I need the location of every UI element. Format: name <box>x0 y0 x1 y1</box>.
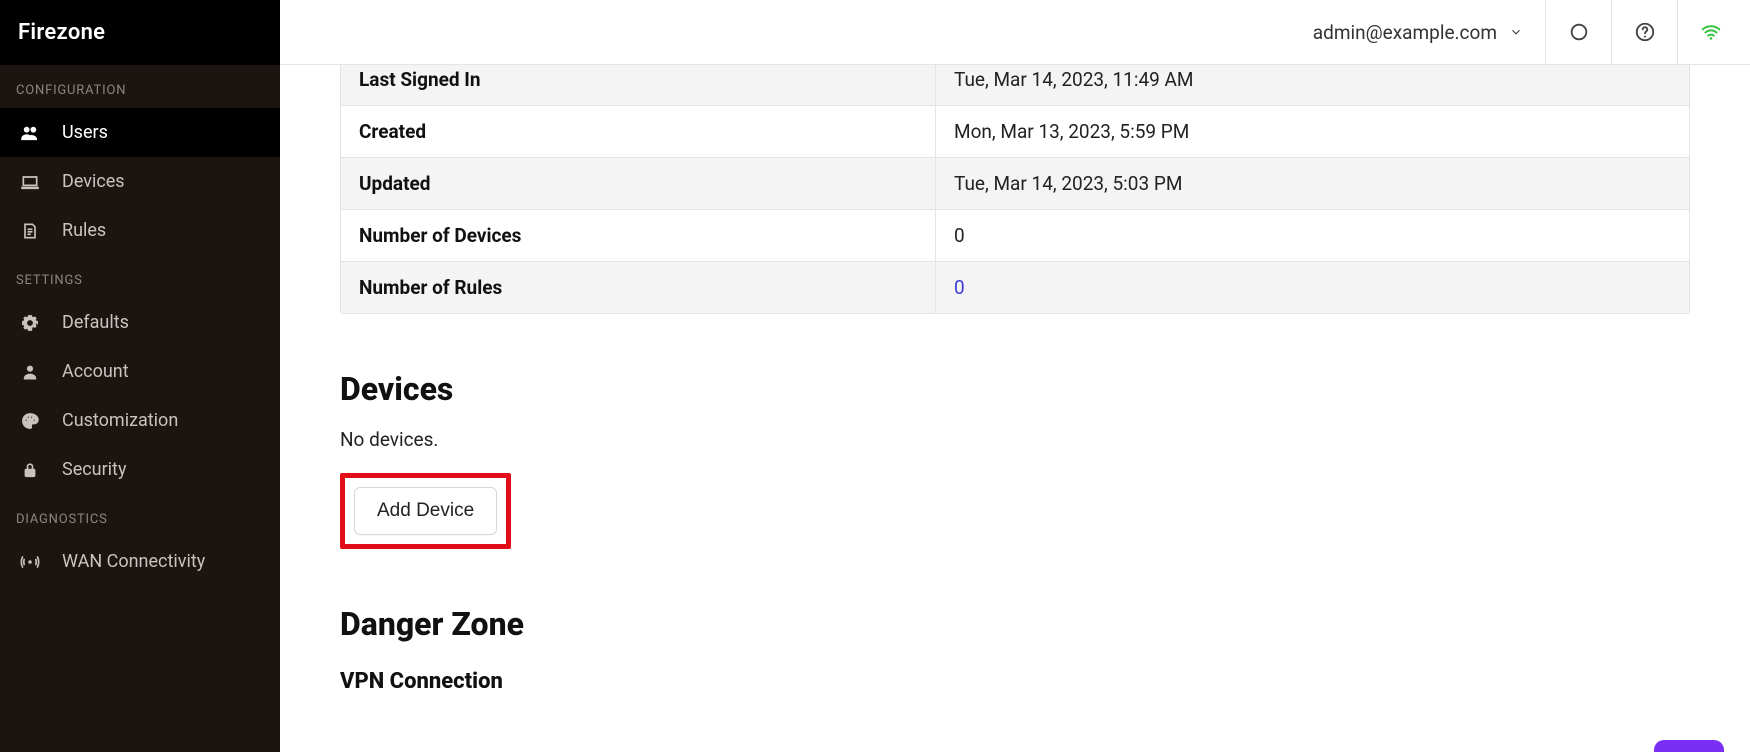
circle-icon <box>1568 21 1590 43</box>
floating-action-hint[interactable] <box>1654 740 1724 752</box>
wifi-icon <box>1700 21 1722 43</box>
sidebar-item-label: Security <box>62 459 126 480</box>
gear-icon <box>18 313 42 333</box>
sidebar-section-label: DIAGNOSTICS <box>0 494 280 537</box>
sidebar-item-label: Account <box>62 361 129 382</box>
detail-value: 0 <box>936 209 1689 261</box>
detail-row: Number of Rules 0 <box>341 261 1689 313</box>
rules-icon <box>18 221 42 241</box>
main: admin@example.com Last Signed InTue, Mar… <box>280 0 1750 752</box>
detail-key: Number of Devices <box>341 209 936 261</box>
account-email: admin@example.com <box>1313 21 1497 44</box>
help-icon <box>1634 21 1656 43</box>
person-icon <box>18 362 42 382</box>
sidebar-item-label: Devices <box>62 171 125 192</box>
sidebar-item-wan-connectivity[interactable]: WAN Connectivity <box>0 537 280 586</box>
detail-value: 0 <box>936 261 1689 313</box>
users-icon <box>18 123 42 143</box>
sidebar-item-label: Customization <box>62 410 178 431</box>
laptop-icon <box>18 172 42 192</box>
sidebar-item-rules[interactable]: Rules <box>0 206 280 255</box>
sidebar-section-label: SETTINGS <box>0 255 280 298</box>
sidebar-item-label: Defaults <box>62 312 129 333</box>
palette-icon <box>18 411 42 431</box>
notifications-button[interactable] <box>1546 0 1612 64</box>
account-menu[interactable]: admin@example.com <box>1291 0 1546 64</box>
sidebar-item-defaults[interactable]: Defaults <box>0 298 280 347</box>
sidebar-item-account[interactable]: Account <box>0 347 280 396</box>
connection-status-button[interactable] <box>1678 0 1744 64</box>
sidebar-item-security[interactable]: Security <box>0 445 280 494</box>
sidebar-item-label: WAN Connectivity <box>62 551 205 572</box>
detail-key: Updated <box>341 157 936 209</box>
detail-row: UpdatedTue, Mar 14, 2023, 5:03 PM <box>341 157 1689 209</box>
sidebar-item-customization[interactable]: Customization <box>0 396 280 445</box>
detail-value-link[interactable]: 0 <box>954 276 965 299</box>
sidebar-item-label: Rules <box>62 220 106 241</box>
vpn-connection-heading: VPN Connection <box>340 669 1690 694</box>
signal-icon <box>18 552 42 572</box>
topbar: admin@example.com <box>280 0 1750 65</box>
detail-row: Number of Devices0 <box>341 209 1689 261</box>
devices-heading: Devices <box>340 370 1690 408</box>
brand-name: Firezone <box>18 20 105 45</box>
sidebar-item-users[interactable]: Users <box>0 108 280 157</box>
lock-icon <box>18 460 42 480</box>
add-device-button[interactable]: Add Device <box>354 487 497 535</box>
detail-value: Tue, Mar 14, 2023, 5:03 PM <box>936 157 1689 209</box>
detail-value: Mon, Mar 13, 2023, 5:59 PM <box>936 105 1689 157</box>
help-button[interactable] <box>1612 0 1678 64</box>
detail-value: Tue, Mar 14, 2023, 11:49 AM <box>936 65 1689 105</box>
detail-key: Number of Rules <box>341 261 936 313</box>
detail-row: CreatedMon, Mar 13, 2023, 5:59 PM <box>341 105 1689 157</box>
sidebar-section-label: CONFIGURATION <box>0 65 280 108</box>
sidebar: Firezone CONFIGURATION Users Devices Rules S… <box>0 0 280 752</box>
detail-key: Created <box>341 105 936 157</box>
user-details-table: Last Signed InTue, Mar 14, 2023, 11:49 A… <box>340 65 1690 314</box>
content-area: Last Signed InTue, Mar 14, 2023, 11:49 A… <box>280 65 1750 752</box>
sidebar-item-label: Users <box>62 122 108 143</box>
sidebar-item-devices[interactable]: Devices <box>0 157 280 206</box>
highlight-box: Add Device <box>340 473 511 549</box>
devices-empty-text: No devices. <box>340 428 1690 451</box>
detail-key: Last Signed In <box>341 65 936 105</box>
chevron-down-icon <box>1509 25 1523 39</box>
detail-row: Last Signed InTue, Mar 14, 2023, 11:49 A… <box>341 65 1689 105</box>
brand-bar: Firezone <box>0 0 280 65</box>
danger-zone-heading: Danger Zone <box>340 605 1690 643</box>
